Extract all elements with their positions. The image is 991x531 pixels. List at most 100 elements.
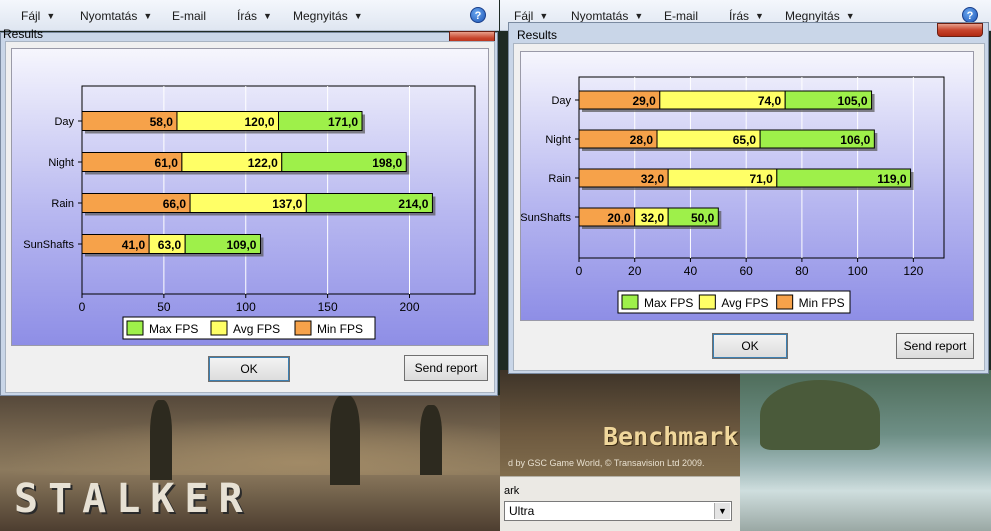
chevron-down-icon: ▼	[755, 11, 764, 21]
dialog-body: 0 20 40 60 80 100 120 Day 29,0 74,0 105,0 Night 28,0…	[513, 43, 985, 371]
menu-print[interactable]: Nyomtatás ▼	[571, 9, 643, 23]
category-label: Night	[545, 134, 571, 146]
quality-preset-select[interactable]: Ultra ▼	[504, 501, 732, 521]
settings-panel: ark Ultra ▼	[500, 476, 740, 531]
x-tick-label: 0	[576, 264, 583, 278]
min-fps-bar-label: 20,0	[607, 211, 631, 225]
menu-open[interactable]: Megnyitás ▼	[293, 9, 363, 23]
chevron-down-icon: ▼	[539, 11, 549, 21]
menu-email[interactable]: E-mail	[664, 9, 698, 23]
menu-write[interactable]: Írás ▼	[729, 9, 764, 23]
ok-button[interactable]: OK	[208, 356, 290, 382]
max-fps-bar-label: 50,0	[691, 211, 715, 225]
max-fps-bar-label: 214,0	[398, 197, 428, 211]
legend-swatch	[698, 294, 716, 310]
x-tick-label: 40	[684, 264, 698, 278]
x-tick-label: 150	[318, 300, 338, 314]
category-label: SunShafts	[23, 239, 74, 251]
send-report-button[interactable]: Send report	[404, 355, 488, 381]
category-label: SunShafts	[521, 212, 571, 224]
x-tick-label: 120	[903, 264, 923, 278]
min-fps-bar-label: 58,0	[150, 115, 174, 129]
results-dialog-right: Results 0 20 40 60 80 100 120 Day 29,0 74,0 105,0 N…	[508, 22, 989, 374]
avg-fps-bar-label: 74,0	[758, 94, 782, 108]
legend-label: Min FPS	[799, 296, 845, 310]
x-tick-label: 100	[236, 300, 256, 314]
avg-fps-bar-label: 122,0	[248, 156, 278, 170]
legend-swatch	[210, 320, 228, 336]
ok-button[interactable]: OK	[712, 333, 788, 359]
chevron-down-icon: ▼	[353, 11, 363, 21]
x-tick-label: 0	[79, 300, 86, 314]
fps-chart-right: 0 20 40 60 80 100 120 Day 29,0 74,0 105,0 Night 28,0…	[520, 76, 945, 314]
chevron-down-icon: ▼	[143, 11, 153, 21]
min-fps-bar-label: 41,0	[122, 238, 146, 252]
dialog-title: Results	[3, 27, 44, 41]
fps-chart-left: 0 50 100 150 200 Day 58,0 120,0 171,0 Night 61,0 12…	[23, 85, 476, 340]
dialog-title: Results	[517, 28, 558, 42]
max-fps-bar-label: 109,0	[226, 238, 256, 252]
menu-file[interactable]: Fájl ▼	[514, 9, 548, 23]
menu-file[interactable]: Fájl ▼	[21, 9, 55, 23]
preset-label: ark	[504, 485, 520, 497]
legend-label: Avg FPS	[721, 296, 768, 310]
legend-label: Min FPS	[317, 322, 363, 336]
send-report-button[interactable]: Send report	[896, 333, 974, 359]
x-tick-label: 80	[795, 264, 809, 278]
chevron-down-icon: ▼	[263, 11, 272, 21]
avg-fps-bar-label: 120,0	[244, 115, 274, 129]
avg-fps-bar-label: 71,0	[749, 172, 773, 186]
legend-label: Max FPS	[644, 296, 693, 310]
copyright-text: d by GSC Game World, © Transavision Ltd …	[508, 458, 705, 468]
x-tick-label: 200	[399, 300, 419, 314]
legend-swatch	[776, 294, 794, 310]
chevron-down-icon[interactable]: ▼	[714, 503, 730, 519]
x-tick-label: 100	[848, 264, 868, 278]
x-tick-label: 60	[739, 264, 753, 278]
chevron-down-icon: ▼	[845, 11, 855, 21]
menu-email[interactable]: E-mail	[172, 9, 206, 23]
chart-frame: 0 50 100 150 200 Day 58,0 120,0 171,0 Night 61,0 12…	[11, 48, 489, 346]
max-fps-bar-label: 119,0	[877, 172, 907, 186]
help-icon[interactable]: ?	[470, 7, 486, 23]
benchmark-label: Benchmark	[603, 422, 739, 451]
max-fps-bar-label: 105,0	[838, 94, 868, 108]
min-fps-bar-label: 29,0	[632, 94, 656, 108]
x-tick-label: 20	[628, 264, 642, 278]
category-label: Rain	[548, 173, 571, 185]
category-label: Rain	[51, 198, 74, 210]
category-label: Day	[54, 116, 74, 128]
max-fps-bar-label: 198,0	[372, 156, 402, 170]
menu-write[interactable]: Írás ▼	[237, 9, 272, 23]
legend-swatch	[126, 320, 144, 336]
min-fps-bar-label: 61,0	[155, 156, 179, 170]
help-icon[interactable]: ?	[962, 7, 978, 23]
min-fps-bar-label: 28,0	[630, 133, 654, 147]
game-background-right	[740, 370, 991, 531]
max-fps-bar-label: 171,0	[328, 115, 358, 129]
avg-fps-bar-label: 32,0	[641, 211, 665, 225]
avg-fps-bar-label: 65,0	[733, 133, 757, 147]
preset-value: Ultra	[509, 504, 535, 518]
legend-label: Max FPS	[149, 322, 198, 336]
close-button[interactable]	[937, 23, 983, 37]
avg-fps-bar-label: 63,0	[158, 238, 182, 252]
chevron-down-icon: ▼	[634, 11, 644, 21]
menu-bar-left: Fájl ▼ Nyomtatás ▼ E-mail Írás ▼ Megnyitás ▼…	[0, 0, 499, 31]
min-fps-bar-label: 66,0	[163, 197, 187, 211]
dialog-body: 0 50 100 150 200 Day 58,0 120,0 171,0 Night 61,0 12…	[5, 41, 495, 393]
avg-fps-bar-label: 137,0	[272, 197, 302, 211]
chevron-down-icon: ▼	[46, 11, 56, 21]
min-fps-bar-label: 32,0	[641, 172, 665, 186]
legend-swatch	[294, 320, 312, 336]
menu-open[interactable]: Megnyitás ▼	[785, 9, 855, 23]
x-tick-label: 50	[157, 300, 171, 314]
legend-swatch	[621, 294, 639, 310]
category-label: Night	[48, 157, 74, 169]
stalker-logo: STALKER	[14, 476, 253, 522]
legend-label: Avg FPS	[233, 322, 280, 336]
max-fps-bar-label: 106,0	[840, 133, 870, 147]
menu-print[interactable]: Nyomtatás ▼	[80, 9, 152, 23]
chart-frame: 0 20 40 60 80 100 120 Day 29,0 74,0 105,0 Night 28,0…	[520, 51, 974, 321]
category-label: Day	[551, 95, 571, 107]
